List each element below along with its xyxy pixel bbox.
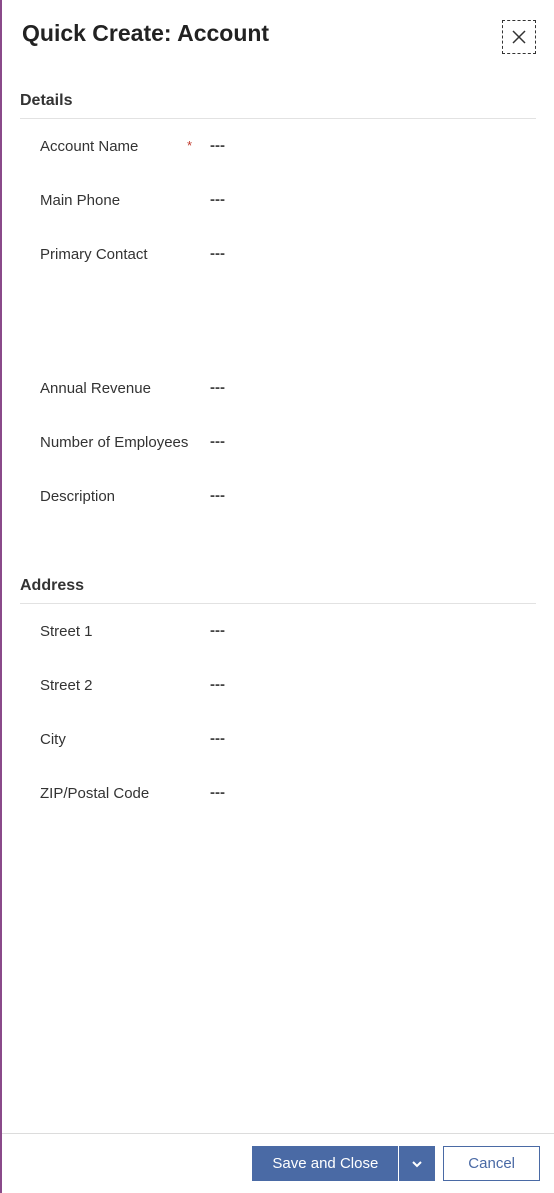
field-value-cell: [210, 379, 536, 397]
field-value-cell: [210, 433, 536, 451]
field-label: Main Phone: [40, 192, 120, 209]
chevron-down-icon: [411, 1158, 423, 1170]
field-primary-contact: Primary Contact: [20, 227, 536, 281]
field-label-wrap: City: [40, 731, 210, 748]
field-label-wrap: Description: [40, 488, 210, 505]
panel-content: Details Account Name * Main Phone: [2, 64, 554, 1133]
city-input[interactable]: [210, 730, 536, 747]
field-street1: Street 1: [20, 604, 536, 658]
field-label: City: [40, 731, 66, 748]
field-label-wrap: Street 1: [40, 623, 210, 640]
section-title-address: Address: [20, 577, 536, 595]
field-value-cell: [210, 245, 536, 263]
field-value-cell: [210, 622, 536, 640]
save-options-dropdown-button[interactable]: [399, 1146, 435, 1181]
panel-header: Quick Create: Account: [2, 0, 554, 64]
panel-title: Quick Create: Account: [22, 20, 269, 47]
field-label: ZIP/Postal Code: [40, 785, 149, 802]
section-address: Address Street 1 Street 2: [20, 577, 536, 820]
field-street2: Street 2: [20, 658, 536, 712]
save-and-close-button[interactable]: Save and Close: [252, 1146, 398, 1181]
field-label-wrap: Number of Employees: [40, 434, 210, 451]
field-value-cell: [210, 191, 536, 209]
street2-input[interactable]: [210, 676, 536, 693]
cancel-button[interactable]: Cancel: [443, 1146, 540, 1181]
zip-input[interactable]: [210, 784, 536, 801]
description-input[interactable]: [210, 487, 536, 504]
field-label: Account Name: [40, 138, 138, 155]
panel-footer: Save and Close Cancel: [2, 1133, 554, 1193]
field-label: Description: [40, 488, 115, 505]
field-label-wrap: Primary Contact: [40, 246, 210, 263]
save-button-group: Save and Close: [252, 1146, 435, 1181]
field-value-cell: [210, 487, 536, 505]
street1-input[interactable]: [210, 622, 536, 639]
primary-contact-input[interactable]: [210, 245, 536, 262]
field-label-wrap: Annual Revenue: [40, 380, 210, 397]
field-city: City: [20, 712, 536, 766]
field-value-cell: [210, 137, 536, 155]
field-label: Primary Contact: [40, 246, 148, 263]
main-phone-input[interactable]: [210, 191, 536, 208]
field-account-name: Account Name *: [20, 119, 536, 173]
section-gap: [20, 523, 536, 549]
required-asterisk: *: [187, 138, 192, 153]
annual-revenue-input[interactable]: [210, 379, 536, 396]
field-label-wrap: Account Name *: [40, 138, 210, 155]
num-employees-input[interactable]: [210, 433, 536, 450]
field-label-wrap: Street 2: [40, 677, 210, 694]
field-annual-revenue: Annual Revenue: [20, 361, 536, 415]
field-label-wrap: Main Phone: [40, 192, 210, 209]
field-label: Number of Employees: [40, 434, 188, 451]
field-description: Description: [20, 469, 536, 523]
quick-create-panel: Quick Create: Account Details Account Na…: [2, 0, 554, 1193]
section-details: Details Account Name * Main Phone: [20, 92, 536, 523]
field-value-cell: [210, 676, 536, 694]
close-button[interactable]: [502, 20, 536, 54]
field-label: Street 2: [40, 677, 93, 694]
section-title-details: Details: [20, 92, 536, 110]
field-value-cell: [210, 730, 536, 748]
close-icon: [512, 30, 526, 44]
account-name-input[interactable]: [210, 137, 536, 154]
field-main-phone: Main Phone: [20, 173, 536, 227]
field-label-wrap: ZIP/Postal Code: [40, 785, 210, 802]
section-gap: [20, 281, 536, 361]
field-label: Street 1: [40, 623, 93, 640]
field-label: Annual Revenue: [40, 380, 151, 397]
field-zip: ZIP/Postal Code: [20, 766, 536, 820]
field-value-cell: [210, 784, 536, 802]
field-num-employees: Number of Employees: [20, 415, 536, 469]
